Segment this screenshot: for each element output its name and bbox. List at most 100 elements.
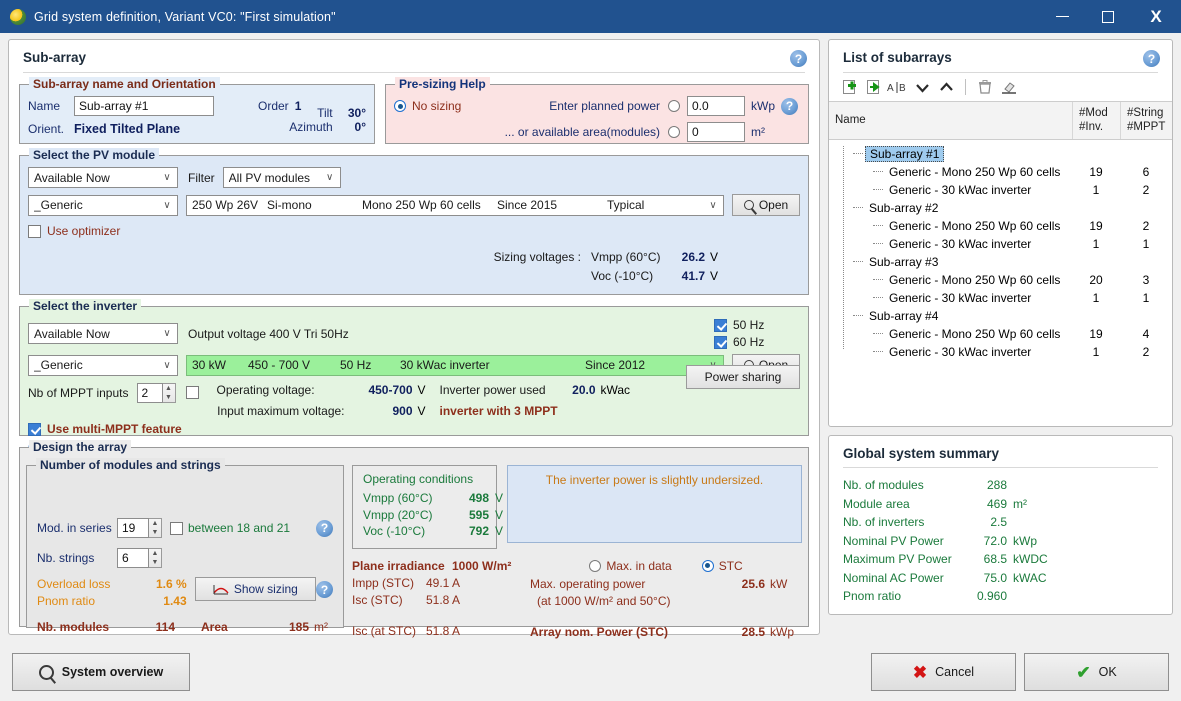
isc-label: Isc (STC) [352, 592, 403, 607]
table-row[interactable]: Sub-array #2 [829, 199, 1172, 217]
power-sharing-button[interactable]: Power sharing [686, 365, 800, 389]
duplicate-subarray-button[interactable] [863, 77, 885, 97]
oc-unit: V [495, 491, 504, 505]
table-row[interactable]: Sub-array #3 [829, 253, 1172, 271]
design-array-legend: Design the array [29, 440, 132, 454]
cell-string-mppt: 2 [1142, 218, 1150, 233]
nb-strings-spinner[interactable]: ▲ ▼ [149, 548, 162, 568]
area-label: Area [201, 620, 228, 634]
duplicate-arrow-icon [866, 79, 880, 94]
planned-power-radio[interactable] [668, 100, 680, 112]
tree-node-name: Generic - Mono 250 Wp 60 cells [829, 273, 1072, 287]
freq-60-checkbox[interactable] [714, 335, 727, 349]
close-button[interactable]: X [1131, 0, 1181, 33]
summary-label: Nb. of inverters [843, 515, 925, 529]
show-sizing-label: Show sizing [233, 582, 298, 596]
pv-model-combo[interactable]: 250 Wp 26V Si-mono Mono 250 Wp 60 cells … [186, 194, 724, 216]
freq-50-checkbox[interactable] [714, 318, 727, 332]
tree-node-name: Generic - Mono 250 Wp 60 cells [829, 219, 1072, 233]
move-up-button[interactable] [935, 77, 957, 97]
table-row[interactable]: Sub-array #4 [829, 307, 1172, 325]
pv-availability-combo[interactable]: Available Now ∨ [28, 167, 178, 188]
planned-power-input[interactable] [687, 96, 745, 116]
max-in-data-radio[interactable] [589, 559, 602, 572]
minimize-button[interactable] [1039, 0, 1085, 33]
inv-manufacturer-combo[interactable]: _Generic ∨ [28, 354, 178, 376]
inv-availability-combo[interactable]: Available Now ∨ [28, 323, 178, 344]
tree-node-label: Generic - Mono 250 Wp 60 cells [889, 218, 1061, 233]
help-icon-presizing[interactable]: ? [781, 97, 798, 115]
show-sizing-button[interactable]: Show sizing [194, 577, 316, 601]
sizing-voltages-label: Sizing voltages : [493, 250, 581, 264]
app-icon [10, 8, 26, 25]
summary-row: Module area 469 m² [843, 495, 1158, 514]
tree-node-name: Sub-array #3 [829, 255, 1072, 269]
mppt-inputs-spinner[interactable]: ▲ ▼ [162, 383, 176, 403]
table-row[interactable]: Sub-array #1 [829, 145, 1172, 163]
max-op-power-label: Max. operating power [530, 576, 646, 591]
rename-subarray-button[interactable]: A B [887, 77, 909, 97]
pv-manufacturer-combo[interactable]: _Generic ∨ [28, 194, 178, 216]
table-row[interactable]: Generic - 30 kWac inverter 1 1 [829, 289, 1172, 307]
table-row[interactable]: Generic - Mono 250 Wp 60 cells 20 3 [829, 271, 1172, 289]
maximize-button[interactable] [1085, 0, 1131, 33]
system-overview-button[interactable]: System overview [12, 653, 190, 691]
between-checkbox[interactable] [170, 521, 183, 535]
help-icon-mod-series[interactable]: ? [316, 519, 333, 537]
tree-node-label: Generic - Mono 250 Wp 60 cells [889, 164, 1061, 179]
pv-open-button[interactable]: Open [732, 194, 800, 216]
summary-row: Nominal PV Power 72.0 kWp [843, 532, 1158, 551]
chevron-down-icon: ∨ [163, 359, 171, 371]
available-area-radio[interactable] [668, 126, 680, 138]
mod-series-input[interactable] [117, 518, 149, 538]
use-optimizer-checkbox[interactable] [28, 224, 41, 238]
table-row[interactable]: Generic - Mono 250 Wp 60 cells 19 4 [829, 325, 1172, 343]
overload-loss-label: Overload loss [37, 577, 111, 591]
delete-subarray-button[interactable] [974, 77, 996, 97]
help-icon-list[interactable]: ? [1143, 50, 1160, 67]
table-row[interactable]: Generic - 30 kWac inverter 1 2 [829, 181, 1172, 199]
table-row[interactable]: Generic - Mono 250 Wp 60 cells 19 2 [829, 217, 1172, 235]
subarray-list-card: List of subarrays ? A B Name #Mod #Inv. … [828, 39, 1173, 427]
mppt-inputs-input[interactable] [136, 383, 163, 403]
table-row[interactable]: Generic - Mono 250 Wp 60 cells 19 6 [829, 163, 1172, 181]
summary-value: 288 [986, 478, 1007, 492]
move-down-button[interactable] [911, 77, 933, 97]
operating-voltage-label: Operating voltage: [216, 383, 315, 397]
no-sizing-radio[interactable] [394, 100, 406, 112]
subarray-column: Sub-array ? Sub-array name and Orientati… [8, 39, 820, 643]
inv-model-range: 450 - 700 V [248, 358, 311, 372]
summary-value: 72.0 [983, 533, 1007, 548]
pv-filter-combo[interactable]: All PV modules ∨ [222, 167, 341, 188]
subarray-tree[interactable]: Sub-array #1 Generic - Mono 250 Wp 60 cel… [829, 140, 1172, 361]
tree-node-label: Generic - 30 kWac inverter [889, 290, 1032, 305]
clear-subarray-button[interactable] [998, 77, 1020, 97]
stc-radio[interactable] [701, 559, 714, 572]
available-area-input[interactable] [687, 122, 745, 142]
table-row[interactable]: Generic - 30 kWac inverter 1 2 [829, 343, 1172, 361]
cell-mod-inv: 19 [1089, 326, 1103, 341]
subarray-name-input[interactable] [74, 96, 214, 116]
inverter-power-used-unit: kWac [600, 383, 631, 397]
pnom-ratio-label: Pnom ratio [37, 594, 96, 608]
ok-label: OK [1098, 665, 1117, 679]
cell-string-mppt: 1 [1142, 236, 1150, 251]
tree-node-name: Sub-array #4 [829, 309, 1072, 323]
ok-button[interactable]: ✔ OK [1024, 653, 1169, 691]
cell-string-mppt: 4 [1142, 326, 1150, 341]
table-row[interactable]: Generic - 30 kWac inverter 1 1 [829, 235, 1172, 253]
mppt-extra-checkbox[interactable] [185, 386, 199, 399]
add-subarray-button[interactable] [839, 77, 861, 97]
search-icon [743, 200, 754, 210]
multi-mppt-checkbox[interactable] [28, 422, 41, 436]
inv-model-combo[interactable]: 30 kW 450 - 700 V 50 Hz 30 kWac inverter… [186, 354, 724, 376]
help-icon-subarray[interactable]: ? [790, 50, 807, 67]
overload-loss-value: 1.6 % [155, 577, 187, 591]
chevron-down-icon: ∨ [326, 172, 334, 183]
nb-strings-input[interactable] [117, 548, 149, 568]
cancel-button[interactable]: ✖ Cancel [871, 653, 1016, 691]
mod-series-spinner[interactable]: ▲ ▼ [149, 518, 162, 538]
help-icon-show-sizing[interactable]: ? [316, 581, 333, 598]
summary-unit [1007, 476, 1013, 495]
name-label: Name [28, 99, 61, 113]
